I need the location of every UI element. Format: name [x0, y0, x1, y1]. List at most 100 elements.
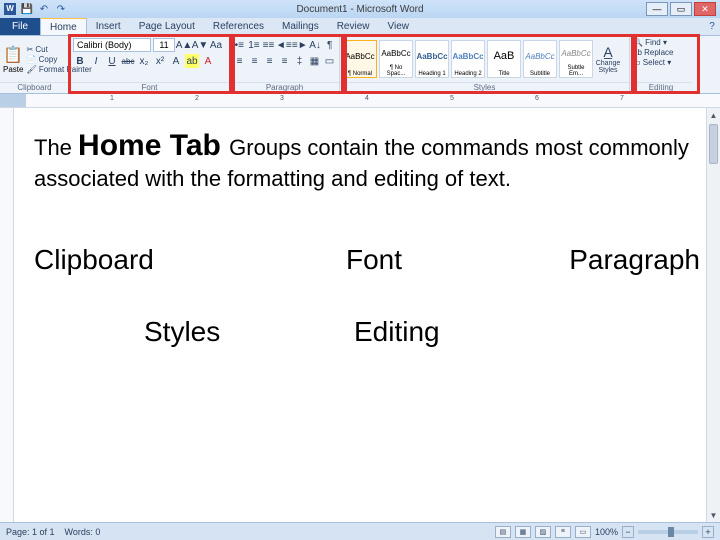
scroll-thumb[interactable]	[709, 124, 718, 164]
draft-view-button[interactable]: ▭	[575, 526, 591, 538]
print-layout-view-button[interactable]: ▤	[495, 526, 511, 538]
tab-references[interactable]: References	[204, 18, 273, 35]
tab-insert[interactable]: Insert	[87, 18, 130, 35]
tab-review[interactable]: Review	[328, 18, 379, 35]
align-right-button[interactable]: ≡	[263, 54, 276, 68]
ruler-mark: 7	[620, 95, 624, 102]
borders-button[interactable]: ▭	[323, 54, 336, 68]
zoom-level[interactable]: 100%	[595, 527, 618, 537]
group-names-row-2: Styles Editing	[34, 316, 700, 348]
style-normal[interactable]: AaBbCc ¶ Normal	[343, 40, 377, 78]
scroll-track[interactable]	[707, 166, 720, 508]
scroll-down-icon[interactable]: ▼	[707, 508, 720, 522]
zoom-slider-knob[interactable]	[668, 527, 674, 537]
description-text: The Home Tab Groups contain the commands…	[34, 126, 700, 194]
paste-button[interactable]: 📋 Paste	[3, 45, 23, 74]
outline-view-button[interactable]: ≡	[555, 526, 571, 538]
select-button[interactable]: ▭ Select ▾	[633, 58, 671, 67]
word-count[interactable]: Words: 0	[65, 527, 101, 537]
close-button[interactable]: ✕	[694, 2, 716, 16]
multilevel-list-button[interactable]: ≡≡	[262, 38, 275, 52]
maximize-button[interactable]: ▭	[670, 2, 692, 16]
bullets-button[interactable]: •≡	[233, 38, 246, 52]
label-font: Font	[274, 244, 474, 276]
style-heading-2[interactable]: AaBbCc Heading 2	[451, 40, 485, 78]
ribbon-tabs: File Home Insert Page Layout References …	[0, 18, 720, 36]
ruler-margin-left	[0, 94, 26, 107]
change-case-button[interactable]: Aa	[209, 38, 223, 52]
style-name: ¶ No Spac...	[380, 65, 412, 77]
ruler-mark: 4	[365, 95, 369, 102]
italic-button[interactable]: I	[89, 54, 103, 68]
numbering-button[interactable]: 1≡	[248, 38, 261, 52]
change-styles-label: Change Styles	[595, 60, 621, 74]
text-effects-button[interactable]: A	[169, 54, 183, 68]
style-no-spacing[interactable]: AaBbCc ¶ No Spac...	[379, 40, 413, 78]
text-the: The	[34, 135, 78, 160]
ruler-mark: 2	[195, 95, 199, 102]
full-screen-view-button[interactable]: ▦	[515, 526, 531, 538]
find-button[interactable]: 🔍 Find ▾	[633, 38, 667, 47]
bold-button[interactable]: B	[73, 54, 87, 68]
scroll-up-icon[interactable]: ▲	[707, 108, 720, 122]
web-layout-view-button[interactable]: ▨	[535, 526, 551, 538]
font-size-select[interactable]: 11	[153, 38, 175, 52]
page-content[interactable]: The Home Tab Groups contain the commands…	[14, 108, 720, 522]
tab-view[interactable]: View	[379, 18, 419, 35]
superscript-button[interactable]: x²	[153, 54, 167, 68]
file-tab[interactable]: File	[0, 18, 40, 35]
style-heading-1[interactable]: AaBbCc Heading 1	[415, 40, 449, 78]
save-icon[interactable]: 💾	[20, 2, 34, 16]
grow-font-button[interactable]: A▲	[177, 38, 191, 52]
show-marks-button[interactable]: ¶	[323, 38, 336, 52]
tab-home[interactable]: Home	[40, 18, 87, 35]
highlight-button[interactable]: ab	[185, 54, 199, 68]
style-preview: AaBbCc	[344, 41, 376, 71]
underline-button[interactable]: U	[105, 54, 119, 68]
font-color-button[interactable]: A	[201, 54, 215, 68]
vertical-scrollbar[interactable]: ▲ ▼	[706, 108, 720, 522]
status-bar: Page: 1 of 1 Words: 0 ▤ ▦ ▨ ≡ ▭ 100% − +	[0, 522, 720, 540]
page-indicator[interactable]: Page: 1 of 1	[6, 527, 55, 537]
align-center-button[interactable]: ≡	[248, 54, 261, 68]
style-name: Heading 1	[416, 71, 448, 77]
strikethrough-button[interactable]: abc	[121, 54, 135, 68]
style-name: Subtitle	[524, 71, 556, 77]
shading-button[interactable]: ▦	[308, 54, 321, 68]
style-name: Subtle Em...	[560, 65, 592, 77]
zoom-slider[interactable]	[638, 530, 698, 534]
group-label-font: Font	[70, 82, 229, 93]
redo-icon[interactable]: ↷	[54, 2, 68, 16]
change-styles-button[interactable]: A̲ Change Styles	[595, 44, 621, 74]
group-paragraph: •≡ 1≡ ≡≡ ◄≡ ≡► A↓ ¶ ≡ ≡ ≡ ≡ ‡ ▦ ▭ Paragr…	[230, 36, 340, 93]
align-left-button[interactable]: ≡	[233, 54, 246, 68]
undo-icon[interactable]: ↶	[37, 2, 51, 16]
style-subtitle[interactable]: AaBbCc Subtitle	[523, 40, 557, 78]
style-subtle-emphasis[interactable]: AaBbCc Subtle Em...	[559, 40, 593, 78]
paste-label: Paste	[3, 65, 23, 74]
replace-button[interactable]: ab Replace	[633, 48, 673, 57]
tab-mailings[interactable]: Mailings	[273, 18, 328, 35]
zoom-out-button[interactable]: −	[622, 526, 634, 538]
zoom-in-button[interactable]: +	[702, 526, 714, 538]
style-preview: AaBbCc	[380, 41, 412, 65]
subscript-button[interactable]: x₂	[137, 54, 151, 68]
sort-button[interactable]: A↓	[309, 38, 322, 52]
shrink-font-button[interactable]: A▼	[193, 38, 207, 52]
horizontal-ruler[interactable]: 1 2 3 4 5 6 7	[0, 94, 720, 108]
group-styles: AaBbCc ¶ Normal AaBbCc ¶ No Spac... AaBb…	[340, 36, 630, 93]
vertical-ruler[interactable]	[0, 108, 14, 522]
tab-page-layout[interactable]: Page Layout	[130, 18, 204, 35]
group-names-row-1: Clipboard Font Paragraph	[34, 244, 700, 276]
increase-indent-button[interactable]: ≡►	[293, 38, 307, 52]
help-icon[interactable]: ?	[704, 18, 720, 35]
justify-button[interactable]: ≡	[278, 54, 291, 68]
line-spacing-button[interactable]: ‡	[293, 54, 306, 68]
style-preview: AaBbCc	[452, 41, 484, 71]
ribbon: 📋 Paste ✂ Cut 📄 Copy 🖌 Format Painter Cl…	[0, 36, 720, 94]
style-title[interactable]: AaB Title	[487, 40, 521, 78]
decrease-indent-button[interactable]: ◄≡	[277, 38, 291, 52]
font-family-select[interactable]: Calibri (Body)	[73, 38, 151, 52]
style-preview: AaB	[488, 41, 520, 71]
minimize-button[interactable]: —	[646, 2, 668, 16]
